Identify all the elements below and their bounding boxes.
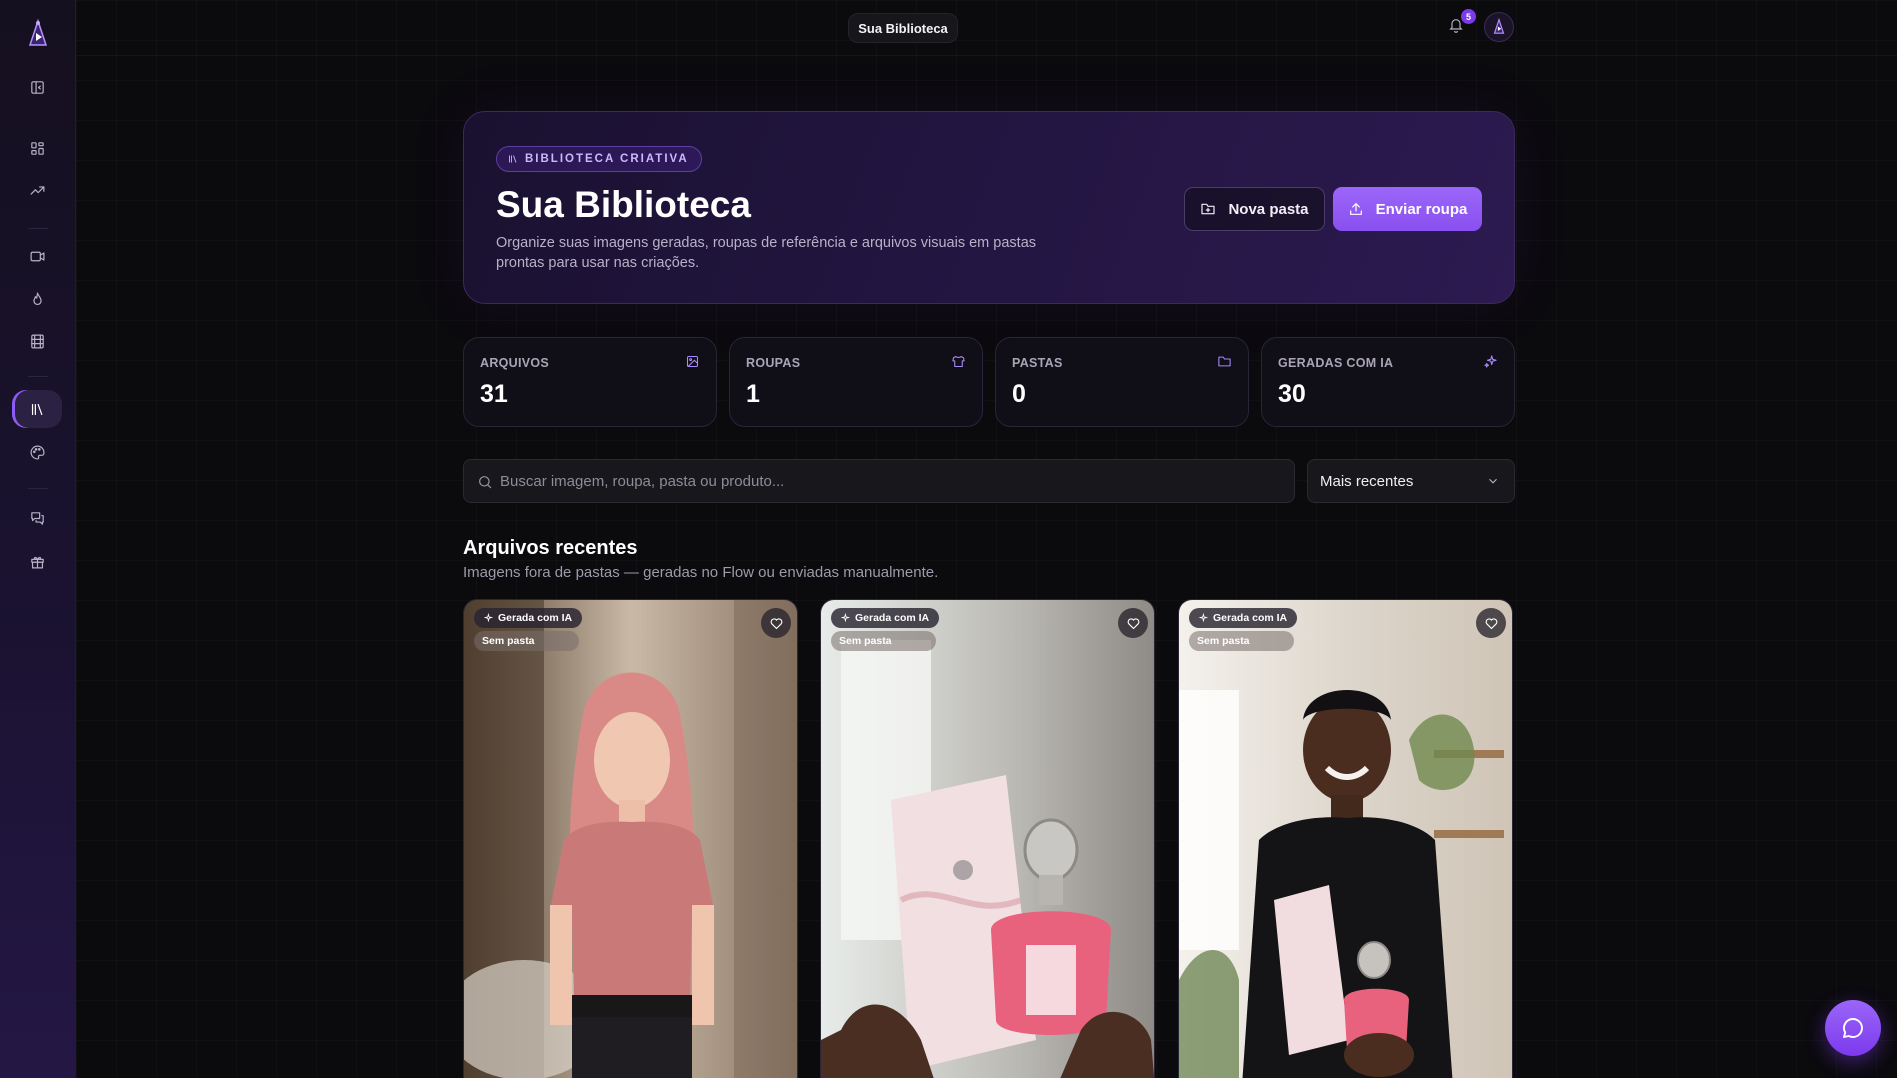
card-image-man [1179, 600, 1512, 1078]
favorite-button[interactable] [1118, 608, 1148, 638]
sidebar-item-video[interactable] [12, 237, 62, 275]
flame-icon [32, 292, 42, 305]
upload-clothing-button[interactable]: Enviar roupa [1333, 187, 1482, 231]
recent-files-title: Arquivos recentes [463, 537, 638, 559]
notification-count-badge: 5 [1461, 9, 1476, 24]
library-icon [31, 403, 42, 415]
video-icon [30, 251, 44, 261]
new-folder-button[interactable]: Nova pasta [1184, 187, 1325, 231]
search-bar [463, 459, 1295, 503]
heart-icon [1485, 617, 1497, 629]
heart-icon [1127, 617, 1139, 629]
sparkles-icon [483, 612, 493, 622]
favorite-button[interactable] [761, 608, 791, 638]
sparkles-icon [1198, 612, 1208, 622]
dashboard-icon [30, 141, 44, 155]
sidebar-divider [28, 488, 48, 489]
sidebar-item-dashboard[interactable] [12, 129, 62, 167]
top-bar [76, 0, 1897, 56]
tag-label: Gerada com IA [855, 612, 930, 624]
favorite-button[interactable] [1476, 608, 1506, 638]
image-card[interactable]: Gerada com IA Sem pasta [820, 599, 1155, 1078]
sidebar-divider [28, 376, 48, 377]
avatar-logo-icon [1493, 18, 1505, 34]
stat-value: 30 [1278, 380, 1306, 408]
image-card[interactable]: Gerada com IA Sem pasta [463, 599, 798, 1078]
tag-label: Sem pasta [839, 635, 892, 647]
sidebar-divider [28, 228, 48, 229]
upload-icon [1349, 203, 1362, 215]
gift-icon [30, 556, 44, 568]
upload-clothing-label: Enviar roupa [1375, 200, 1468, 218]
sidebar-item-analytics[interactable] [12, 171, 62, 209]
stat-value: 31 [480, 380, 508, 408]
stat-label: PASTAS [1012, 356, 1063, 370]
hero-badge-label: BIBLIOTECA CRIATIVA [525, 153, 689, 165]
card-image-woman [464, 600, 797, 1078]
chevron-down-icon [1489, 478, 1497, 484]
hero-description: Organize suas imagens geradas, roupas de… [496, 235, 1037, 271]
folder-tag: Sem pasta [831, 631, 936, 651]
folder-tag: Sem pasta [474, 631, 579, 651]
new-folder-label: Nova pasta [1228, 200, 1309, 218]
stat-label: ROUPAS [746, 356, 801, 370]
folder-plus-icon [1201, 203, 1216, 215]
stat-card-clothes: ROUPAS 1 [729, 337, 983, 427]
page-title-pill: Sua Biblioteca [848, 13, 958, 43]
ai-generated-tag: Gerada com IA [474, 608, 583, 628]
card-image-perfume [821, 600, 1154, 1078]
image-icon [685, 354, 700, 374]
tag-label: Sem pasta [482, 635, 535, 647]
search-icon [479, 476, 492, 489]
ai-generated-tag: Gerada com IA [1189, 608, 1298, 628]
stat-value: 0 [1012, 380, 1026, 408]
sidebar-item-panel-toggle[interactable] [12, 68, 62, 106]
ai-generated-tag: Gerada com IA [831, 608, 940, 628]
sort-select[interactable]: Mais recentes [1307, 459, 1515, 503]
folder-tag: Sem pasta [1189, 631, 1294, 651]
library-hero: BIBLIOTECA CRIATIVA Sua Biblioteca Organ… [463, 111, 1515, 304]
app-logo-icon[interactable] [22, 18, 54, 50]
stat-label: ARQUIVOS [480, 356, 550, 370]
sidebar-item-films[interactable] [12, 322, 62, 360]
search-input[interactable] [500, 460, 1280, 502]
stat-card-files: ARQUIVOS 31 [463, 337, 717, 427]
stat-label: GERADAS COM IA [1278, 356, 1394, 370]
sidebar [0, 0, 76, 1078]
sidebar-item-gifts[interactable] [12, 542, 62, 580]
palette-icon [30, 445, 44, 459]
sidebar-item-messages[interactable] [12, 499, 62, 537]
sparkles-icon [1483, 354, 1498, 374]
recent-files-subtitle: Imagens fora de pastas — geradas no Flow… [463, 564, 939, 581]
image-card[interactable]: Gerada com IA Sem pasta [1178, 599, 1513, 1078]
shirt-icon [951, 354, 966, 374]
film-icon [30, 334, 44, 348]
stat-card-ai-generated: GERADAS COM IA 30 [1261, 337, 1515, 427]
sparkles-icon [840, 612, 850, 622]
tag-label: Gerada com IA [498, 612, 573, 624]
sort-selected-value: Mais recentes [1320, 472, 1414, 490]
user-avatar[interactable] [1484, 12, 1514, 42]
stat-value: 1 [746, 380, 760, 408]
sidebar-item-palette[interactable] [12, 433, 62, 471]
heart-icon [770, 617, 782, 629]
panel-left-icon [30, 80, 44, 94]
library-icon [509, 155, 517, 163]
page-title: Sua Biblioteca [496, 184, 751, 225]
chat-bubble-icon [1843, 1018, 1863, 1038]
hero-badge: BIBLIOTECA CRIATIVA [496, 146, 702, 172]
folder-icon [1217, 354, 1232, 374]
chat-support-button[interactable] [1825, 1000, 1881, 1056]
stat-card-folders: PASTAS 0 [995, 337, 1249, 427]
tag-label: Gerada com IA [1213, 612, 1288, 624]
messages-icon [30, 511, 44, 525]
trending-up-icon [30, 185, 44, 195]
sidebar-item-trending[interactable] [12, 280, 62, 318]
sidebar-item-library[interactable] [12, 390, 62, 428]
tag-label: Sem pasta [1197, 635, 1250, 647]
